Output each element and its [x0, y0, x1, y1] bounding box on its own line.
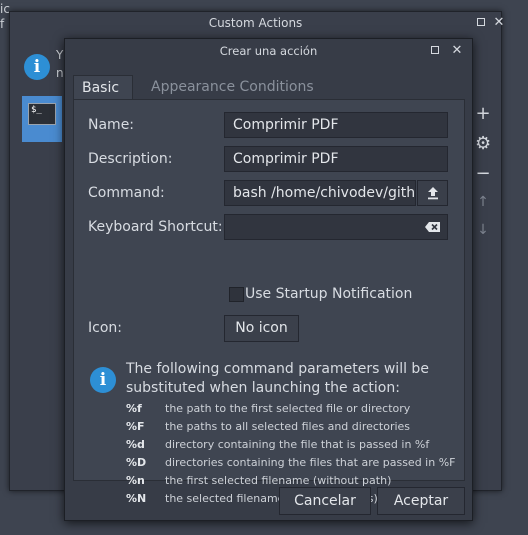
remove-action-button[interactable]: −	[475, 163, 491, 184]
plus-icon: +	[475, 103, 491, 124]
description-field[interactable]: Comprimir PDF	[224, 146, 448, 172]
param-row: %f the path to the first selected file or…	[126, 402, 411, 415]
create-action-dialog: Crear una acción ✕ Basic Appearance Cond…	[64, 38, 473, 521]
basic-panel: Name: Comprimir PDF Description: Comprim…	[73, 99, 465, 505]
command-label: Command:	[88, 185, 165, 201]
dialog-maximize-button[interactable]	[428, 44, 442, 58]
accept-button[interactable]: Aceptar	[377, 487, 465, 515]
arrow-up-icon: ↑	[477, 194, 489, 210]
command-field[interactable]: bash /home/chivodev/github	[224, 180, 416, 206]
icon-button[interactable]: No icon	[224, 315, 299, 342]
help-heading: The following command parameters will be…	[126, 361, 429, 396]
info-icon: i	[24, 54, 50, 80]
param-row: %d directory containing the file that is …	[126, 438, 430, 451]
startup-notification-label: Use Startup Notification	[245, 286, 413, 302]
minus-icon: −	[475, 163, 491, 184]
action-list-item[interactable]: $_	[22, 96, 62, 142]
move-down-button[interactable]: ↓	[475, 222, 491, 238]
name-field[interactable]: Comprimir PDF	[224, 112, 448, 138]
maximize-icon	[477, 18, 485, 26]
close-button[interactable]: ✕	[492, 16, 506, 30]
param-row: %D directories containing the files that …	[126, 456, 456, 469]
info-message: Y n	[56, 48, 64, 80]
shortcut-label: Keyboard Shortcut:	[88, 219, 223, 235]
tab-basic[interactable]: Basic	[73, 75, 133, 99]
close-icon: ✕	[451, 43, 463, 58]
param-row: %F the paths to all selected files and di…	[126, 420, 411, 433]
terminal-icon: $_	[28, 103, 56, 125]
description-label: Description:	[88, 151, 173, 167]
maximize-icon	[431, 46, 439, 54]
window-title: Custom Actions	[208, 16, 303, 30]
gear-icon: ⚙	[475, 133, 492, 154]
arrow-down-icon: ↓	[477, 222, 489, 238]
shortcut-field[interactable]	[224, 214, 448, 240]
icon-label: Icon:	[88, 320, 122, 336]
maximize-button[interactable]	[474, 16, 488, 30]
upload-icon	[427, 187, 438, 200]
cancel-button[interactable]: Cancelar	[279, 487, 371, 515]
dialog-close-button[interactable]: ✕	[450, 44, 464, 58]
dialog-title: Crear una acción	[219, 44, 318, 58]
info-icon: i	[90, 367, 116, 393]
tab-appearance-conditions[interactable]: Appearance Conditions	[143, 75, 322, 99]
close-icon: ✕	[493, 15, 505, 30]
add-action-button[interactable]: +	[475, 103, 491, 124]
browse-command-button[interactable]	[417, 180, 448, 206]
edit-action-button[interactable]: ⚙	[475, 133, 492, 154]
clear-shortcut-icon[interactable]	[425, 222, 440, 232]
move-up-button[interactable]: ↑	[475, 194, 491, 210]
name-label: Name:	[88, 117, 135, 133]
startup-notification-checkbox[interactable]	[229, 287, 244, 302]
